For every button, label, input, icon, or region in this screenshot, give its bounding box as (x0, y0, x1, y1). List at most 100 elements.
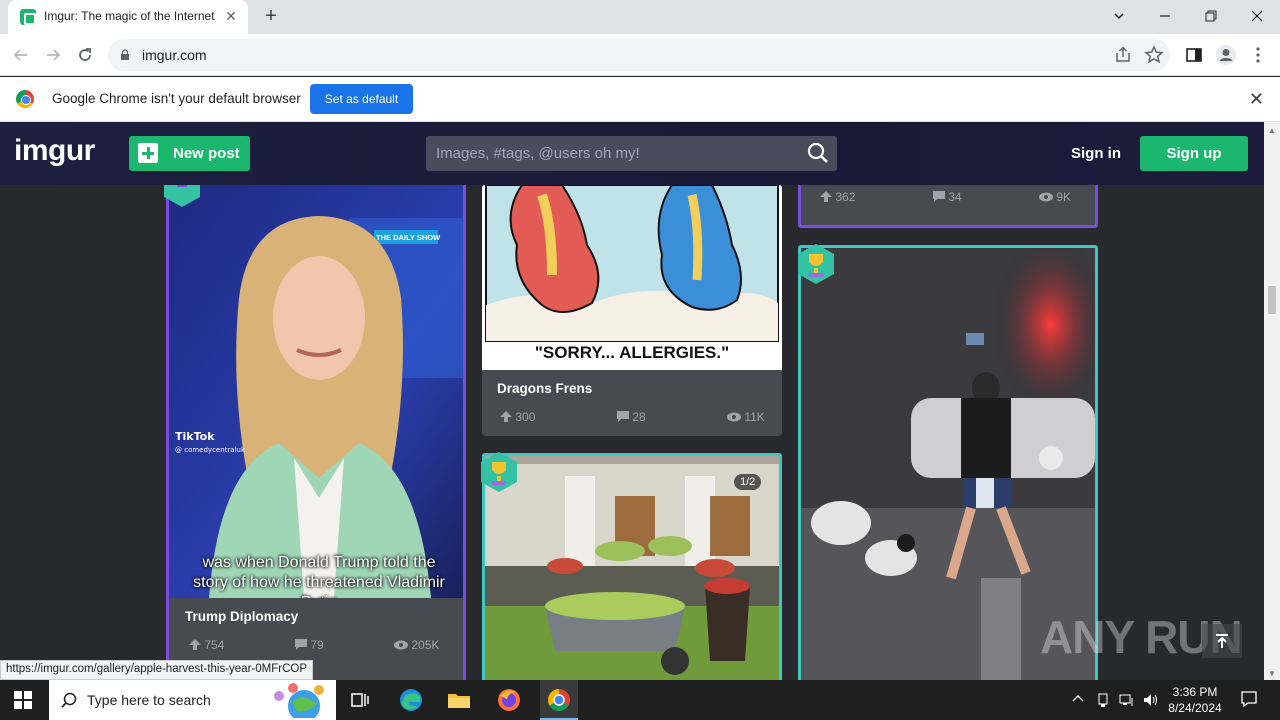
lock-icon[interactable] (120, 49, 130, 60)
sign-in-link[interactable]: Sign in (1071, 145, 1121, 162)
post-title[interactable]: Trump Diplomacy (185, 609, 298, 624)
view-stat: 205K (394, 638, 439, 652)
promoted-badge-icon (798, 244, 834, 284)
browser-tab-strip: Imgur: The magic of the Internet ✕ + (0, 0, 1280, 34)
tray-chevron-icon[interactable] (1071, 692, 1085, 709)
post-card-trump-diplomacy[interactable]: TikTok @ comedycentraluk THE DAILY SHOW … (166, 185, 466, 680)
chrome-taskbar-button[interactable] (540, 680, 578, 720)
browser-toolbar: imgur.com (0, 34, 1280, 76)
link-preview-status: https://imgur.com/gallery/apple-harvest-… (0, 660, 314, 680)
comment-stat[interactable]: 79 (295, 638, 324, 652)
imgur-logo[interactable]: imgur (14, 134, 95, 168)
volume-icon[interactable] (1143, 692, 1159, 711)
restore-icon[interactable] (1196, 4, 1226, 28)
reload-icon[interactable] (72, 42, 98, 68)
comment-count: 28 (632, 410, 646, 424)
new-post-button[interactable]: New post (129, 136, 250, 171)
scrollbar-thumb[interactable] (1268, 286, 1276, 314)
windows-start-icon[interactable] (14, 691, 32, 709)
tab-title: Imgur: The magic of the Internet (44, 9, 215, 23)
comment-stat[interactable]: 34 (933, 190, 962, 204)
search-bar[interactable] (426, 136, 837, 171)
view-count: 9K (1056, 190, 1072, 204)
infobar-close-icon[interactable]: ✕ (1249, 89, 1264, 110)
notification-icon[interactable] (1240, 690, 1258, 711)
search-icon[interactable] (807, 142, 829, 164)
post-card-top-right[interactable]: 362 34 9K (798, 185, 1098, 228)
search-input[interactable] (436, 143, 796, 163)
search-icon (61, 692, 77, 708)
upvote-stat[interactable]: 300 (500, 410, 535, 424)
upvote-count: 300 (515, 410, 536, 424)
comment-stat[interactable]: 28 (617, 410, 646, 424)
view-stat: 11K (727, 410, 765, 424)
file-explorer-icon[interactable] (444, 685, 474, 715)
post-info: Dragons Frens 300 28 11K (482, 370, 782, 436)
minimize-icon[interactable] (1150, 4, 1180, 28)
eye-icon (1039, 192, 1053, 202)
comment-icon (933, 191, 945, 202)
taskbar-clock[interactable]: 3:36 PM 8/24/2024 (1166, 684, 1224, 716)
taskbar-search-box[interactable]: Type here to search (49, 680, 336, 720)
edge-browser-icon[interactable] (396, 685, 426, 715)
scroll-down-icon[interactable]: ▼ (1268, 669, 1276, 678)
share-icon[interactable] (1110, 42, 1136, 68)
forward-icon[interactable] (40, 42, 66, 68)
chrome-logo-icon (16, 90, 34, 108)
sign-up-button[interactable]: Sign up (1140, 136, 1248, 171)
arrow-up-icon (1216, 634, 1228, 648)
chrome-menu-icon[interactable] (1245, 42, 1271, 68)
new-tab-button[interactable]: + (260, 6, 282, 28)
page-scrollbar[interactable]: ▲ ▼ (1264, 122, 1280, 680)
eye-icon (394, 640, 408, 650)
upvote-icon (500, 411, 512, 422)
window-close-icon[interactable] (1242, 4, 1272, 28)
comment-icon (295, 639, 307, 650)
usb-device-icon[interactable] (1096, 692, 1110, 711)
view-count: 11K (744, 410, 765, 424)
comment-count: 79 (310, 638, 324, 652)
tab-close-icon[interactable]: ✕ (222, 7, 240, 25)
network-icon[interactable] (1119, 692, 1135, 711)
upvote-stat[interactable]: 754 (189, 638, 224, 652)
scroll-up-icon[interactable]: ▲ (1268, 126, 1276, 135)
tiktok-logo: TikTok (175, 430, 215, 443)
upvote-count: 754 (204, 638, 225, 652)
post-thumbnail[interactable] (485, 456, 779, 680)
taskbar-search-placeholder: Type here to search (87, 692, 211, 708)
new-post-label: New post (173, 145, 240, 162)
post-card-dragons-frens[interactable]: "SORRY... ALLERGIES." Dragons Frens 300 … (482, 185, 782, 436)
view-stat: 9K (1039, 190, 1071, 204)
clock-date: 8/24/2024 (1168, 701, 1222, 715)
side-panel-icon[interactable] (1181, 42, 1207, 68)
back-icon[interactable] (8, 42, 34, 68)
address-bar[interactable]: imgur.com (108, 39, 1170, 71)
upvote-stat[interactable]: 362 (820, 190, 855, 204)
upvote-icon (820, 191, 832, 202)
browser-tab[interactable]: Imgur: The magic of the Internet ✕ (8, 0, 248, 34)
tab-search-icon[interactable] (1104, 4, 1134, 28)
profile-avatar-icon[interactable] (1213, 42, 1239, 68)
post-title[interactable]: Dragons Frens (497, 381, 592, 396)
set-as-default-button[interactable]: Set as default (310, 84, 413, 114)
bookmark-star-icon[interactable] (1141, 42, 1167, 68)
clock-time: 3:36 PM (1172, 685, 1218, 699)
eye-icon (727, 412, 741, 422)
firefox-icon[interactable] (494, 685, 524, 715)
windows-taskbar: Type here to search 3:36 PM 8/24/2024 (0, 680, 1280, 720)
url-text[interactable]: imgur.com (142, 47, 207, 63)
imgur-header: imgur New post Sign in Sign up (0, 122, 1264, 185)
promoted-badge-icon (164, 185, 200, 207)
chrome-icon (548, 689, 570, 711)
imgur-favicon-icon (20, 9, 36, 25)
post-card-apple-harvest[interactable]: 1/2 (482, 453, 782, 680)
tv-show-tag: THE DAILY SHOW (376, 233, 441, 242)
view-count: 205K (411, 638, 440, 652)
post-thumbnail[interactable]: TikTok @ comedycentraluk (169, 185, 466, 598)
plus-icon (138, 143, 158, 163)
task-view-icon[interactable] (345, 685, 375, 715)
default-browser-infobar: Google Chrome isn't your default browser… (0, 77, 1280, 122)
tiktok-handle: @ comedycentraluk (175, 446, 246, 454)
back-to-top-button[interactable] (1202, 624, 1242, 658)
comment-count: 34 (948, 190, 962, 204)
